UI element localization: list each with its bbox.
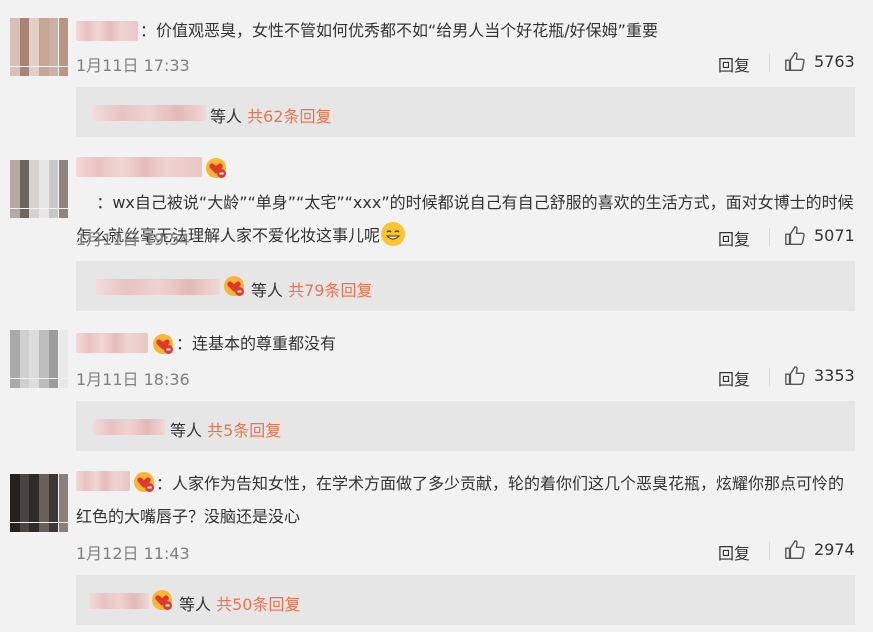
- reply-button[interactable]: 回复: [718, 52, 750, 76]
- replies-others-label: 等人: [251, 281, 284, 300]
- comment-date: 1月11日 19:54: [76, 230, 190, 249]
- like-count: 3353: [814, 366, 855, 385]
- replies-others-label: 等人: [170, 421, 203, 440]
- thumbs-up-icon[interactable]: [784, 51, 806, 73]
- reply-button[interactable]: 回复: [718, 226, 750, 250]
- avatar[interactable]: [10, 330, 68, 388]
- replies-others-label: 等人: [210, 107, 243, 126]
- smiling-face-icon: [381, 222, 406, 246]
- replies-summary[interactable]: 等人 共50条回复: [76, 575, 855, 625]
- replies-summary[interactable]: 等人 共5条回复: [76, 401, 855, 451]
- comment-date: 1月12日 11:43: [76, 544, 190, 563]
- comment-date: 1月11日 18:36: [76, 370, 190, 389]
- view-replies-link[interactable]: 共50条回复: [216, 595, 300, 614]
- view-replies-link[interactable]: 共5条回复: [207, 421, 281, 440]
- avatar[interactable]: [10, 474, 68, 532]
- comment-text: ：价值观恶臭，女性不管如何优秀都不如“给男人当个好花瓶/好保姆”重要: [140, 21, 658, 40]
- like-count: 2974: [814, 540, 855, 559]
- username[interactable]: [76, 21, 138, 41]
- divider: [769, 542, 770, 560]
- replies-summary[interactable]: 等人 共79条回复: [76, 261, 855, 311]
- reply-usernames[interactable]: [93, 105, 206, 121]
- divider: [769, 368, 770, 386]
- heart-badge-icon: [224, 276, 244, 296]
- like-count: 5763: [814, 52, 855, 71]
- divider: [769, 54, 770, 72]
- heart-badge-icon: [152, 590, 172, 610]
- comment-text: ：人家作为告知女性，在学术方面做了多少贡献，轮的着你们这几个恶臭花瓶，炫耀你那点…: [76, 474, 845, 526]
- divider: [769, 228, 770, 246]
- view-replies-link[interactable]: 共79条回复: [288, 281, 372, 300]
- avatar[interactable]: [10, 160, 68, 218]
- comment-text: ：连基本的尊重都没有: [176, 334, 337, 353]
- view-replies-link[interactable]: 共62条回复: [247, 107, 331, 126]
- username[interactable]: [76, 333, 148, 353]
- avatar[interactable]: [10, 18, 68, 76]
- reply-usernames[interactable]: [89, 593, 149, 609]
- reply-button[interactable]: 回复: [718, 366, 750, 390]
- replies-summary[interactable]: 等人 共62条回复: [76, 87, 855, 137]
- heart-badge-icon: [153, 334, 173, 354]
- like-count: 5071: [814, 226, 855, 245]
- thumbs-up-icon[interactable]: [784, 539, 806, 561]
- reply-usernames[interactable]: [93, 419, 165, 435]
- thumbs-up-icon[interactable]: [784, 225, 806, 247]
- thumbs-up-icon[interactable]: [784, 365, 806, 387]
- reply-button[interactable]: 回复: [718, 540, 750, 564]
- comment-date: 1月11日 17:33: [76, 56, 190, 75]
- replies-others-label: 等人: [179, 595, 212, 614]
- reply-usernames[interactable]: [96, 279, 220, 295]
